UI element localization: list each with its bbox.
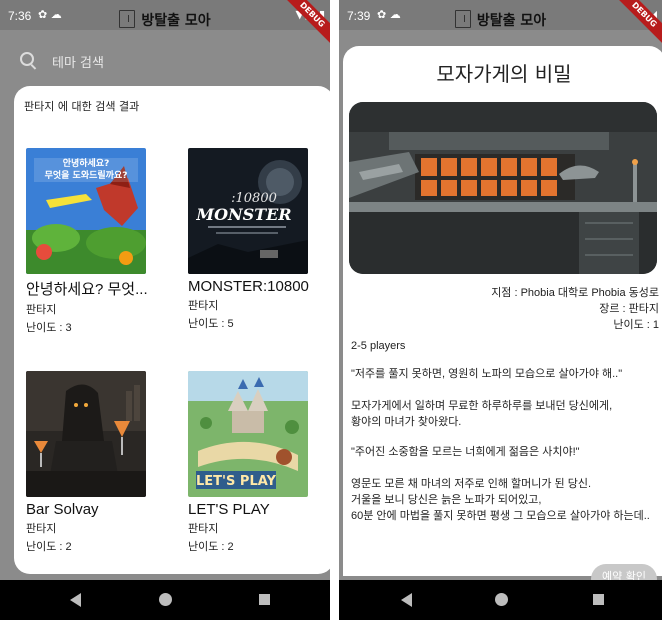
poster-title: 안녕하세요?	[63, 157, 110, 169]
location-info: 지점 : Phobia 대학로 Phobia 동성로	[491, 287, 659, 299]
phone-search-screen: 7:36 ✿ ☁ ▼◢ ▮ 방탈출 모아 DEBUG 테마 검색 판타지 에 대…	[0, 0, 330, 620]
theme-difficulty: 난이도 : 2	[188, 541, 234, 553]
results-title: 판타지 에 대한 검색 결과	[24, 100, 140, 113]
detail-title: 모자가게의 비밀	[436, 62, 572, 86]
theme-genre: 판타지	[188, 300, 219, 312]
search-results-card: 판타지 에 대한 검색 결과 안녕하세요? 무엇을 도와드릴까요? 안녕하세요?…	[14, 86, 330, 574]
poster-subtitle: 무엇을 도와드릴까요?	[45, 169, 128, 181]
search-icon	[20, 52, 34, 66]
theme-poster	[26, 371, 146, 497]
theme-hero-image	[349, 102, 657, 274]
door-logo-icon	[119, 10, 136, 28]
theme-card[interactable]: LET'S PLAY LET'S PLAY 판타지 난이도 : 2	[188, 371, 330, 554]
genre-info: 장르 : 판타지	[599, 303, 659, 315]
story-line: "주어진 소중함을 모르는 너희에게 젊음은 사치야!"	[351, 446, 580, 458]
story-line: 황야의 마녀가 찾아왔다.	[351, 416, 462, 428]
theme-genre: 판타지	[26, 523, 57, 535]
story-line: "저주를 풀지 못하면, 영원히 노파의 모습으로 살아가야 해.."	[351, 368, 623, 380]
theme-name: 안녕하세요? 무엇...	[26, 281, 148, 298]
theme-detail-sheet: 모자가게의 비밀 지점: Phobia 대학로 Phobia 동성로 장르:…	[343, 46, 662, 594]
theme-name: MONSTER:10800	[188, 278, 309, 295]
theme-card[interactable]: :10800 MONSTER MONSTER:10800 판타지 난이도 : 5	[188, 148, 330, 331]
navigation-bar	[0, 580, 330, 620]
players-info: 2-5 players	[351, 340, 406, 352]
theme-difficulty: 난이도 : 3	[26, 322, 72, 334]
theme-difficulty: 난이도 : 2	[26, 541, 72, 553]
back-icon[interactable]	[401, 593, 412, 607]
theme-difficulty: 난이도 : 5	[188, 318, 234, 330]
back-icon[interactable]	[70, 593, 81, 607]
theme-poster: LET'S PLAY	[188, 371, 308, 497]
theme-genre: 판타지	[188, 523, 219, 535]
phone-detail-screen: 7:39 ✿ ☁ ▼◢ 방탈출 모아 DEBUG 모자가게의 비밀	[339, 0, 662, 620]
app-title: 방탈출 모아	[0, 10, 330, 30]
recents-icon[interactable]	[593, 594, 604, 605]
door-logo-icon	[454, 10, 471, 28]
theme-card[interactable]: Bar Solvay 판타지 난이도 : 2	[26, 371, 176, 554]
theme-poster: 안녕하세요? 무엇을 도와드릴까요?	[26, 148, 146, 274]
search-placeholder: 테마 검색	[52, 56, 104, 71]
theme-card[interactable]: 안녕하세요? 무엇을 도와드릴까요? 안녕하세요? 무엇... 판타지 난이도 …	[26, 148, 176, 335]
recents-icon[interactable]	[259, 594, 270, 605]
app-title-text: 방탈출 모아	[141, 13, 211, 29]
theme-name: Bar Solvay	[26, 501, 99, 518]
difficulty-info: 난이도 : 1	[613, 319, 659, 331]
poster-title: MONSTER	[195, 205, 291, 224]
app-title-text: 방탈출 모아	[476, 13, 547, 29]
story-line: 모자가게에서 일하며 무료한 하루하루를 보내던 당신에게,	[351, 400, 613, 412]
app-title: 방탈출 모아	[339, 10, 662, 30]
home-icon[interactable]	[494, 593, 508, 606]
story-line: 거울을 보니 당신은 늙은 노파가 되어있고,	[351, 494, 542, 506]
home-icon[interactable]	[159, 593, 172, 606]
theme-poster: :10800 MONSTER	[188, 148, 308, 274]
story-line: 60분 안에 마법을 풀지 못하면 평생 그 모습으로 살아가야 하는데..	[351, 510, 650, 522]
story-line: 영문도 모른 채 마녀의 저주로 인해 할머니가 된 당신.	[351, 478, 592, 490]
navigation-bar	[339, 580, 662, 620]
poster-title: LET'S PLAY	[196, 474, 277, 489]
theme-name: LET'S PLAY	[188, 501, 270, 518]
poster-number: :10800	[231, 191, 277, 206]
theme-genre: 판타지	[26, 304, 57, 316]
search-input[interactable]: 테마 검색	[14, 44, 316, 78]
